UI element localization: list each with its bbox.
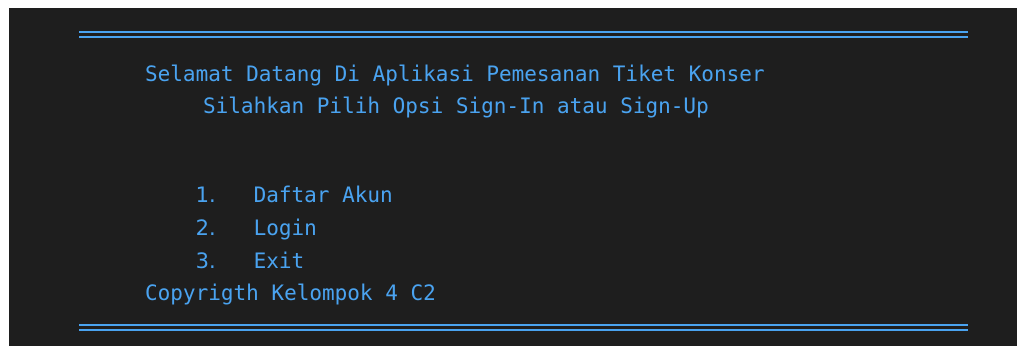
menu-item-number: 3. — [195, 249, 216, 273]
welcome-subtitle: Silahkan Pilih Opsi Sign-In atau Sign-Up — [203, 94, 709, 118]
copyright-text: Copyrigth Kelompok 4 C2 — [145, 281, 436, 305]
welcome-title: Selamat Datang Di Aplikasi Pemesanan Tik… — [145, 62, 765, 86]
top-double-rule — [79, 31, 968, 38]
bottom-double-rule — [79, 324, 968, 331]
terminal-window: Selamat Datang Di Aplikasi Pemesanan Tik… — [9, 8, 1017, 346]
menu-item-label: Exit — [253, 249, 305, 273]
